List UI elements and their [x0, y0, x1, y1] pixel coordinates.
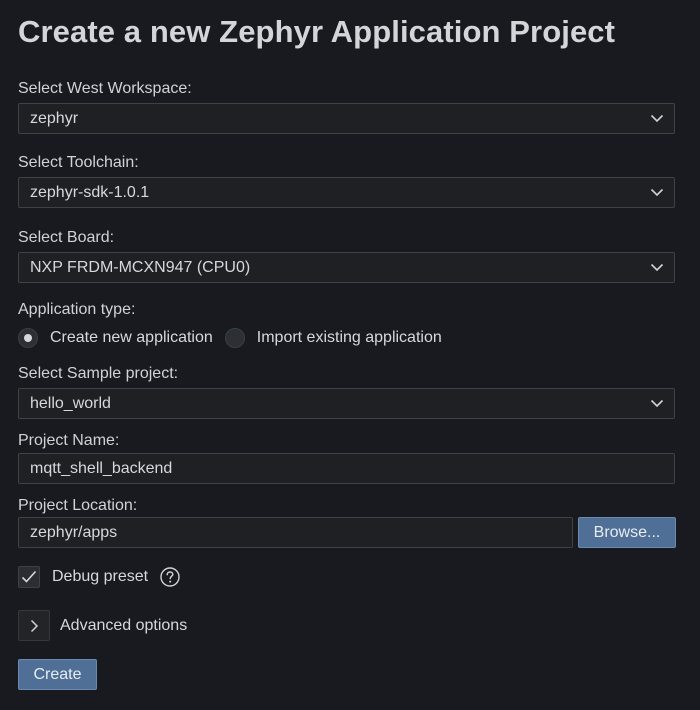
sample-select[interactable]: hello_world — [18, 388, 675, 419]
debug-preset-row: Debug preset — [18, 565, 180, 589]
debug-preset-checkbox[interactable] — [18, 566, 40, 588]
chevron-down-icon — [640, 252, 674, 283]
radio-selected-dot — [24, 334, 32, 342]
chevron-down-icon — [640, 103, 674, 134]
chevron-right-icon — [30, 619, 38, 632]
project-name-input[interactable]: mqtt_shell_backend — [18, 453, 675, 484]
project-location-input[interactable]: zephyr/apps — [18, 517, 573, 548]
create-button[interactable]: Create — [18, 659, 97, 690]
create-new-label[interactable]: Create new application — [50, 329, 213, 347]
project-location-label: Project Location: — [18, 497, 138, 514]
project-location-value: zephyr/apps — [30, 523, 118, 541]
toolchain-label: Select Toolchain: — [18, 154, 139, 171]
board-label: Select Board: — [18, 229, 115, 246]
checkmark-icon — [21, 570, 37, 583]
chevron-down-icon — [640, 388, 674, 419]
workspace-select[interactable]: zephyr — [18, 103, 675, 134]
create-new-radio[interactable] — [18, 328, 38, 348]
toolchain-select[interactable]: zephyr-sdk-1.0.1 — [18, 177, 675, 208]
board-select[interactable]: NXP FRDM-MCXN947 (CPU0) — [18, 252, 675, 283]
import-existing-label[interactable]: Import existing application — [257, 329, 442, 347]
advanced-options-label[interactable]: Advanced options — [60, 617, 187, 635]
sample-select-value: hello_world — [30, 394, 111, 412]
workspace-select-value: zephyr — [30, 109, 79, 127]
page-title: Create a new Zephyr Application Project — [18, 14, 616, 49]
browse-button[interactable]: Browse... — [578, 517, 676, 548]
workspace-label: Select West Workspace: — [18, 80, 192, 97]
project-name-label: Project Name: — [18, 432, 120, 449]
app-type-radio-group: Create new application Import existing a… — [18, 327, 442, 349]
debug-preset-label[interactable]: Debug preset — [52, 568, 148, 586]
project-name-value: mqtt_shell_backend — [30, 459, 173, 477]
advanced-options-toggle[interactable] — [18, 610, 50, 641]
app-type-label: Application type: — [18, 301, 136, 318]
chevron-down-icon — [640, 177, 674, 208]
board-select-value: NXP FRDM-MCXN947 (CPU0) — [30, 258, 251, 276]
import-existing-radio[interactable] — [224, 328, 245, 348]
toolchain-select-value: zephyr-sdk-1.0.1 — [30, 183, 150, 201]
help-icon[interactable] — [160, 567, 180, 587]
sample-label: Select Sample project: — [18, 365, 179, 382]
